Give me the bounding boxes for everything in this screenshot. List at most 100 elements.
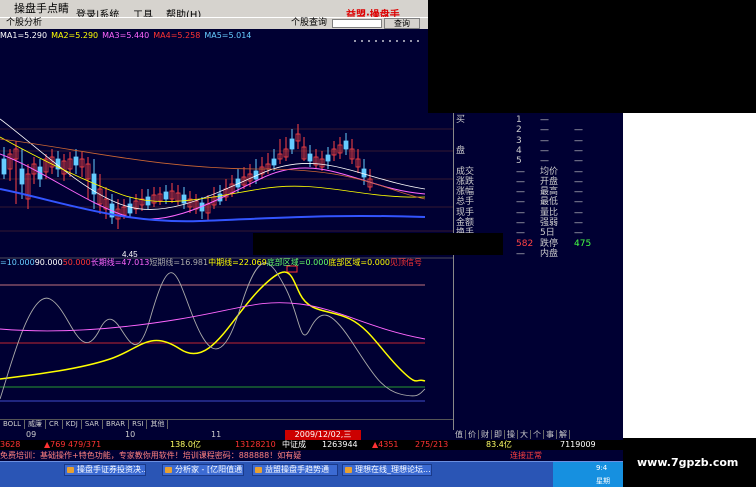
status-value: 3628 — [0, 440, 21, 449]
indicator-tab[interactable]: BOLL — [0, 420, 25, 429]
candle-body — [343, 140, 349, 150]
status-value: 中证成 — [282, 440, 306, 449]
indicator-tab[interactable]: 威廉 — [25, 420, 46, 429]
quote-tab[interactable]: 即 — [492, 430, 505, 439]
quote-tab[interactable]: 个 — [531, 430, 544, 439]
status-value: 83.4亿 — [486, 440, 512, 449]
signal-dot — [375, 40, 377, 42]
app-icon — [255, 467, 262, 473]
candle-body — [289, 138, 295, 150]
status-value: 7119009 — [560, 440, 596, 449]
candle-body — [181, 194, 187, 204]
quote-tab[interactable]: 操 — [505, 430, 518, 439]
index-status-bar: 3628 ▲769 479/371 138.0亿 13128210 中证成 1263944… — [0, 440, 623, 450]
status-value: 275/213 — [415, 440, 449, 449]
legend-item: 底部区域=0.000 — [266, 258, 329, 267]
legend-item: 50.000 — [62, 258, 91, 267]
indicator-tab[interactable]: SAR — [82, 420, 104, 429]
quote-tab[interactable]: 大 — [518, 430, 531, 439]
quote-tab[interactable]: 财 — [479, 430, 492, 439]
signal-dot — [403, 40, 405, 42]
status-value: 138.0亿 — [170, 440, 201, 449]
date-label: 09 — [26, 430, 37, 439]
indicator-tab[interactable]: KDJ — [63, 420, 82, 429]
tab-stock-analysis[interactable]: 个股分析 — [6, 18, 42, 29]
date-cursor-label: 2009/12/02,三 — [285, 430, 361, 440]
candle-body — [1, 158, 7, 175]
search-input[interactable] — [332, 19, 382, 28]
indicator-tab[interactable]: BRAR — [103, 420, 130, 429]
candle-body — [361, 168, 367, 178]
indicator-curve — [0, 271, 426, 382]
quote-panel-tabs: 值价财即操大个事解 — [453, 430, 623, 440]
candle-body — [307, 153, 313, 162]
ma-legend: MA1=5.290 MA2=5.290 MA3=5.440 MA4=5.258 MA5=… — [0, 30, 255, 41]
quote-cell: — — [516, 248, 525, 259]
indicator-tabs: BOLL 威廉 CR KDJ SAR BRAR RSI 其他 — [0, 419, 453, 429]
taskbar-item[interactable]: 操盘手证券投资决... — [64, 464, 146, 476]
candle-body — [127, 203, 133, 214]
signal-dot — [354, 40, 356, 42]
quote-tab[interactable]: 价 — [466, 430, 479, 439]
redacted-region — [428, 0, 756, 113]
taskbar-item[interactable]: 理想在线_理想论坛... — [342, 464, 432, 476]
clock-time: 9:4 — [596, 464, 608, 472]
signal-dot — [396, 40, 398, 42]
indicator-tab[interactable]: 其他 — [147, 420, 169, 429]
signal-dot — [410, 40, 412, 42]
search-button[interactable]: 查询 — [384, 18, 420, 29]
candle-body — [19, 168, 25, 185]
signal-dot — [417, 40, 419, 42]
signal-dot — [361, 40, 363, 42]
legend-item: 中期线=22.069 — [208, 258, 267, 267]
signal-dot — [368, 40, 370, 42]
quote-cell: 内盘 — [540, 248, 559, 259]
candle-body — [163, 191, 169, 200]
taskbar: 操盘手证券投资决... 分析家 - [亿阳值通] 益盟操盘手趋势通 理想在线_理… — [0, 461, 623, 487]
app-icon — [345, 467, 352, 473]
app-icon — [165, 467, 172, 473]
toolbar: 个股分析 个股查询 查询 — [0, 17, 428, 29]
legend-item: MA2=5.290 — [51, 31, 99, 40]
candle-body — [271, 158, 277, 166]
watermark-text: www.7gpzb.com — [637, 456, 739, 469]
search-label: 个股查询 — [291, 18, 328, 28]
taskbar-item[interactable]: 益盟操盘手趋势通 — [252, 464, 338, 476]
legend-item: 长期线=47.013 — [90, 258, 150, 267]
legend-item: MA5=5.014 — [204, 31, 252, 40]
clock-day: 星期 — [596, 477, 610, 485]
chart-area[interactable]: 4.45 — [0, 29, 453, 434]
signal-dot — [382, 40, 384, 42]
status-value: 1263944 — [322, 440, 358, 449]
legend-item: =10.000 — [0, 258, 35, 267]
menu-bar: 登录|系统 工具 帮助(H) 益盟·操盘手 — [0, 3, 428, 21]
status-value: 13128210 — [235, 440, 276, 449]
legend-item: MA1=5.290 — [0, 31, 48, 40]
legend-item: MA3=5.440 — [102, 31, 150, 40]
indicator-tab[interactable]: CR — [46, 420, 63, 429]
date-label: 11 — [211, 430, 222, 439]
news-text: 免费培训：基础操作+特色功能，专家教你用软件！培训课程密码：888888！如有疑 — [0, 451, 302, 460]
legend-item: MA4=5.258 — [153, 31, 201, 40]
quote-tab[interactable]: 解 — [557, 430, 570, 439]
indicator-curve — [0, 302, 426, 340]
indicator-tab[interactable]: RSI — [129, 420, 148, 429]
taskbar-item[interactable]: 分析家 - [亿阳值通] — [162, 464, 244, 476]
date-axis: 09 10 11 — [0, 430, 453, 440]
signal-dot — [389, 40, 391, 42]
candle-body — [325, 154, 331, 162]
blank-region — [623, 113, 756, 438]
app-window: 操盘手点睛 登录|系统 工具 帮助(H) 益盟·操盘手 个股分析 个股查询 查询… — [0, 0, 756, 487]
quote-tab[interactable]: 事 — [544, 430, 557, 439]
indicator-legend: =10.00090.00050.000长期线=47.013短期线=16.981中… — [0, 258, 422, 268]
status-value: ▲769 479/371 — [44, 440, 102, 449]
legend-item: 见顶信号 — [390, 258, 423, 267]
legend-item: 短期线=16.981 — [149, 258, 209, 267]
status-value: ▲4351 — [372, 440, 399, 449]
app-icon — [67, 467, 74, 473]
quote-tab[interactable]: 值 — [453, 430, 466, 439]
candle-body — [73, 156, 79, 166]
kline-chart[interactable]: 4.45 — [0, 29, 453, 419]
redacted-region — [253, 233, 503, 255]
connection-status: 连接正常 — [510, 451, 542, 460]
